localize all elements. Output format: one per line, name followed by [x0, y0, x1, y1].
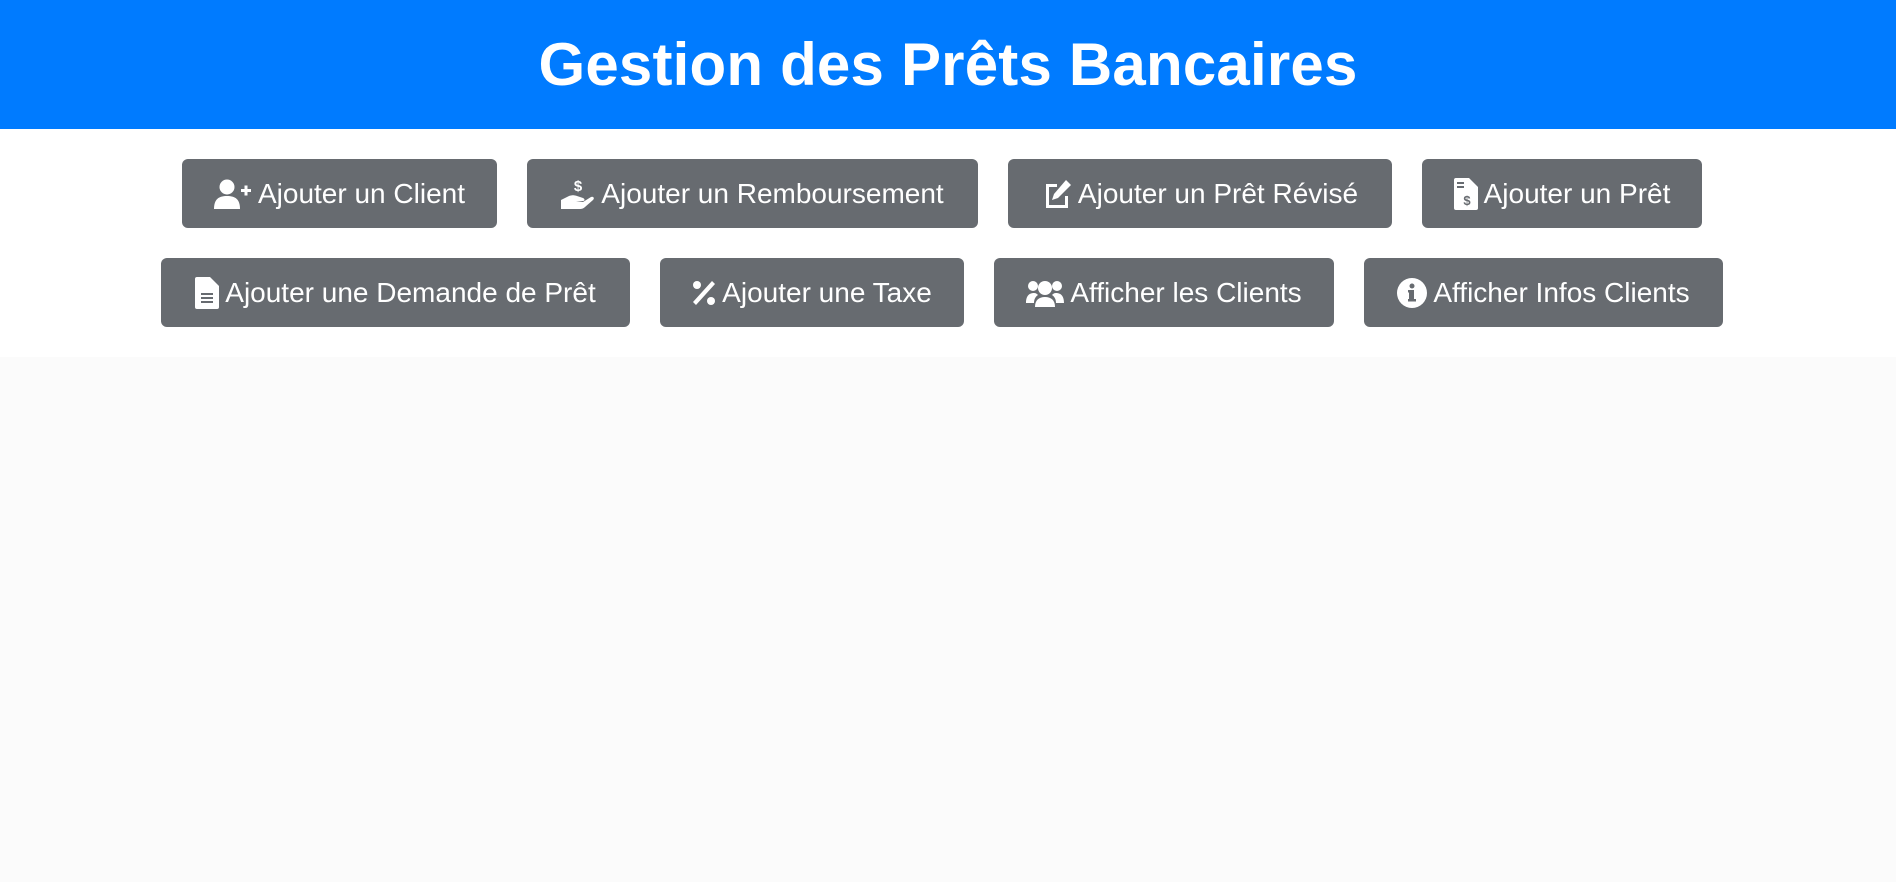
- add-loan-request-label: Ajouter une Demande de Prêt: [225, 276, 596, 308]
- add-loan-button[interactable]: $ Ajouter un Prêt: [1422, 159, 1702, 228]
- add-revised-loan-label: Ajouter un Prêt Révisé: [1077, 177, 1359, 209]
- main-content-area: [0, 357, 1896, 882]
- show-client-info-label: Afficher Infos Clients: [1433, 276, 1690, 308]
- show-clients-label: Afficher les Clients: [1070, 276, 1302, 308]
- file-lines-icon: [195, 276, 220, 309]
- add-loan-request-button[interactable]: Ajouter une Demande de Prêt: [161, 258, 630, 327]
- add-tax-button[interactable]: Ajouter une Taxe: [660, 258, 964, 327]
- circle-info-icon: [1397, 277, 1428, 308]
- percent-icon: [692, 280, 716, 306]
- action-button-bar: Ajouter un Client $ Ajouter un Rembourse…: [0, 129, 1896, 357]
- page-title: Gestion des Prêts Bancaires: [538, 31, 1358, 98]
- hand-holding-dollar-icon: $: [561, 178, 595, 210]
- add-client-label: Ajouter un Client: [257, 177, 465, 209]
- add-revised-loan-button[interactable]: Ajouter un Prêt Révisé: [1008, 159, 1392, 228]
- users-icon: [1026, 279, 1065, 307]
- user-plus-icon: [213, 179, 252, 209]
- svg-text:$: $: [574, 178, 583, 195]
- show-client-info-button[interactable]: Afficher Infos Clients: [1364, 258, 1723, 327]
- add-loan-label: Ajouter un Prêt: [1483, 177, 1671, 209]
- show-clients-button[interactable]: Afficher les Clients: [994, 258, 1334, 327]
- pen-to-square-icon: [1042, 179, 1072, 209]
- add-tax-label: Ajouter une Taxe: [722, 276, 932, 308]
- svg-text:$: $: [1463, 193, 1471, 208]
- file-invoice-dollar-icon: $: [1453, 177, 1478, 210]
- add-repayment-label: Ajouter un Remboursement: [601, 177, 944, 209]
- add-repayment-button[interactable]: $ Ajouter un Remboursement: [527, 159, 978, 228]
- page-header: Gestion des Prêts Bancaires: [0, 0, 1896, 129]
- add-client-button[interactable]: Ajouter un Client: [182, 159, 497, 228]
